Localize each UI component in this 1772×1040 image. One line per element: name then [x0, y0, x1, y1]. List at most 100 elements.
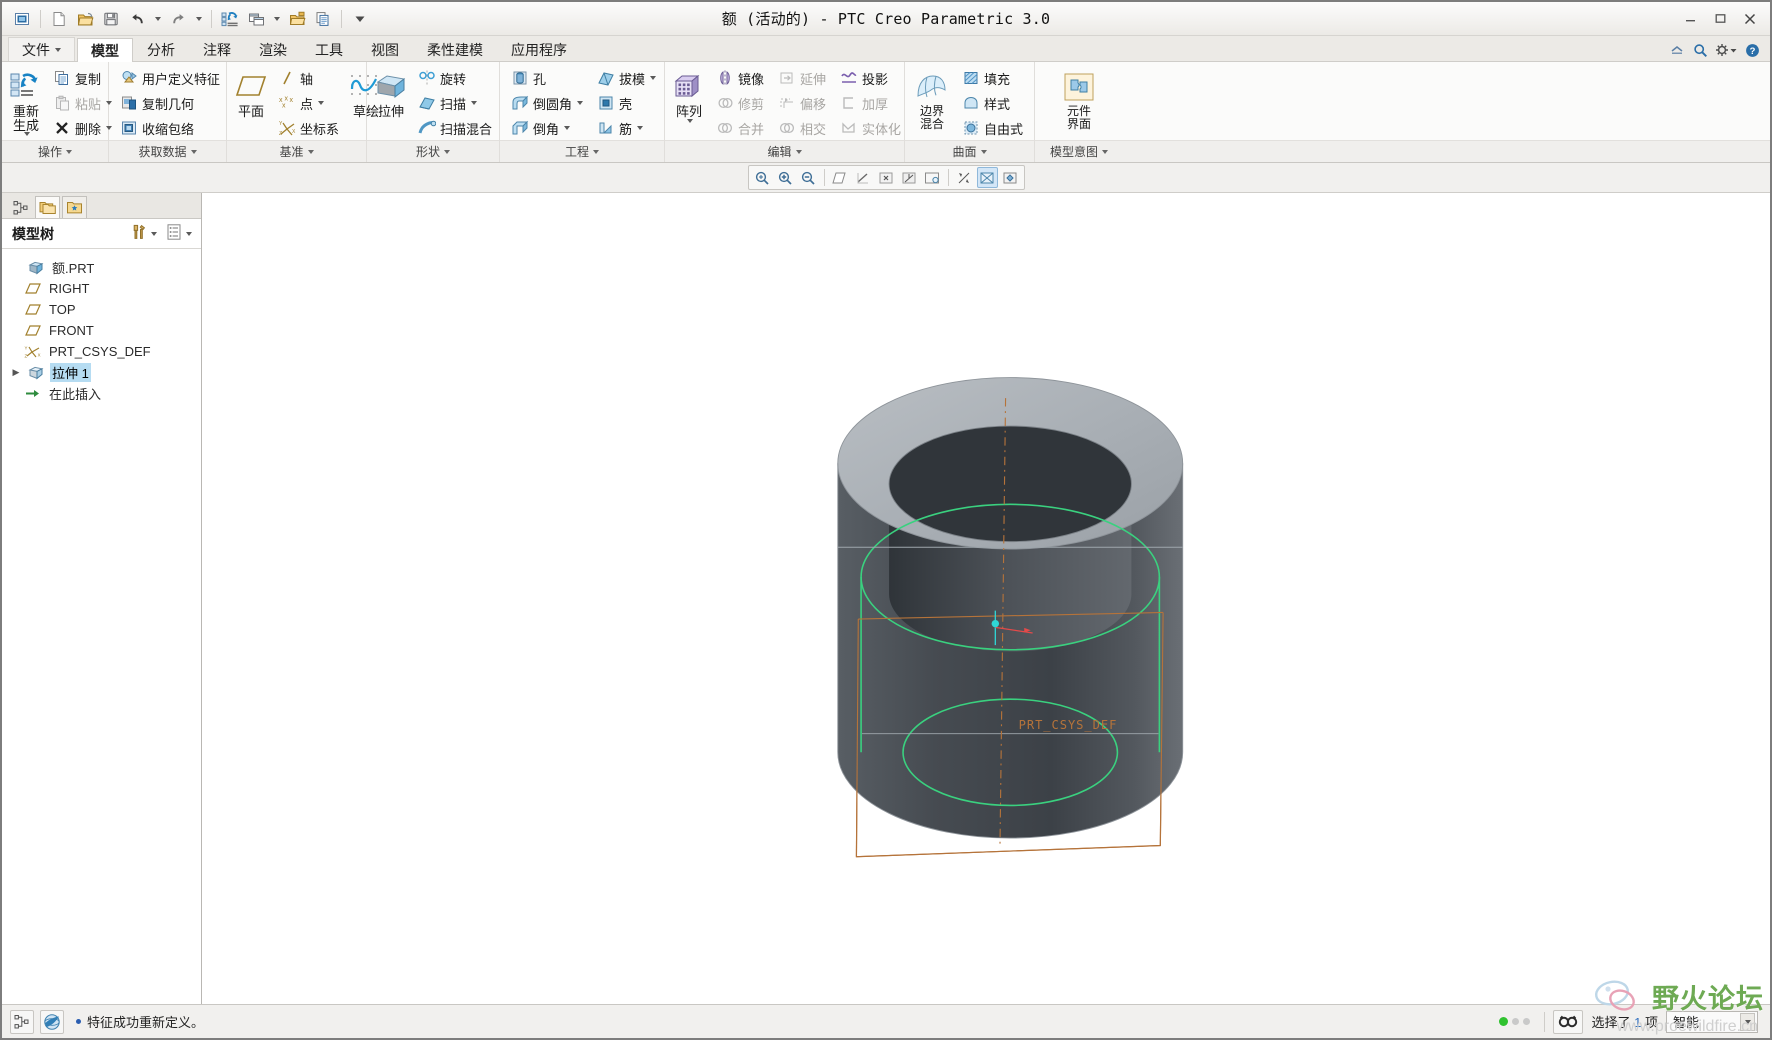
- datum-axes-icon[interactable]: [853, 167, 874, 188]
- settings-icon[interactable]: [1715, 42, 1737, 58]
- ribbon-group-model-intent-title[interactable]: 模型意图: [1035, 140, 1123, 162]
- component-interface-button[interactable]: 元件 界面: [1050, 66, 1108, 131]
- model-tree-body[interactable]: 额.PRT RIGHT TOP FRONT Y Z X PRT_CSYS_DEF…: [2, 249, 201, 1004]
- tree-filters-button[interactable]: [127, 223, 160, 245]
- selection-filter-dropdown[interactable]: 智能: [1666, 1010, 1758, 1033]
- delete-button[interactable]: 删除: [48, 116, 117, 140]
- trim-button[interactable]: 修剪: [711, 91, 769, 115]
- undo-icon[interactable]: [125, 7, 149, 31]
- tab-tools[interactable]: 工具: [301, 37, 357, 61]
- zoom-out-icon[interactable]: [798, 167, 819, 188]
- datum-planes-icon[interactable]: [830, 167, 851, 188]
- chevron-down-icon[interactable]: [564, 126, 571, 130]
- ribbon-group-editing-title[interactable]: 编辑: [665, 140, 904, 162]
- refit-icon[interactable]: [752, 167, 773, 188]
- merge-button[interactable]: 合并: [711, 116, 769, 140]
- new-window-icon[interactable]: [10, 7, 34, 31]
- csys-button[interactable]: YZ X 坐标系: [273, 116, 344, 140]
- intersect-button[interactable]: 相交: [773, 116, 831, 140]
- undo-dropdown-icon[interactable]: [151, 7, 164, 31]
- ribbon-group-engineering-title[interactable]: 工程: [500, 140, 664, 162]
- tree-item-top[interactable]: TOP: [2, 299, 201, 320]
- offset-button[interactable]: 偏移: [773, 91, 831, 115]
- chevron-down-icon[interactable]: [471, 101, 478, 105]
- copy-button[interactable]: 复制: [48, 66, 117, 90]
- project-button[interactable]: 投影: [835, 66, 906, 90]
- save-icon[interactable]: [99, 7, 123, 31]
- solidify-button[interactable]: 实体化: [835, 116, 906, 140]
- tree-item-right[interactable]: RIGHT: [2, 278, 201, 299]
- open-file-icon[interactable]: [73, 7, 97, 31]
- mirror-button[interactable]: 镜像: [711, 66, 769, 90]
- tree-item-prt-csys-def[interactable]: YZ X PRT_CSYS_DEF: [2, 341, 201, 362]
- freestyle-button[interactable]: 自由式: [957, 116, 1028, 140]
- redo-dropdown-icon[interactable]: [192, 7, 205, 31]
- shrinkwrap-button[interactable]: 收缩包络: [115, 116, 225, 140]
- hole-button[interactable]: 孔: [506, 66, 588, 90]
- chevron-down-icon[interactable]: [577, 101, 584, 105]
- datum-plane-button[interactable]: 平面: [233, 66, 269, 120]
- help-icon[interactable]: ?: [1744, 42, 1760, 58]
- thicken-button[interactable]: 加厚: [835, 91, 906, 115]
- ribbon-group-get-data-title[interactable]: 获取数据: [109, 140, 226, 162]
- tab-view[interactable]: 视图: [357, 37, 413, 61]
- minimize-button[interactable]: [1676, 8, 1704, 30]
- tree-item-insert-here[interactable]: 在此插入: [2, 383, 201, 404]
- pattern-button[interactable]: 阵列: [671, 66, 707, 124]
- saved-orientations-icon[interactable]: [1000, 167, 1021, 188]
- search-icon[interactable]: [1692, 42, 1708, 58]
- ribbon-group-shapes-title[interactable]: 形状: [367, 140, 499, 162]
- close-button[interactable]: [1736, 8, 1764, 30]
- ribbon-group-surfaces-title[interactable]: 曲面: [905, 140, 1034, 162]
- axis-button[interactable]: 轴: [273, 66, 344, 90]
- copy-icon[interactable]: [311, 7, 335, 31]
- chamfer-button[interactable]: 倒角: [506, 116, 588, 140]
- sweep-button[interactable]: 扫描: [413, 91, 497, 115]
- chevron-down-icon[interactable]: [637, 126, 644, 130]
- boundary-blend-button[interactable]: 边界 混合: [911, 66, 953, 131]
- new-file-icon[interactable]: [47, 7, 71, 31]
- tab-render[interactable]: 渲染: [245, 37, 301, 61]
- chevron-down-icon[interactable]: [23, 132, 30, 137]
- folder-browser-tab[interactable]: [35, 196, 60, 218]
- udf-button[interactable]: 用户定义特征: [115, 66, 225, 90]
- revolve-button[interactable]: 旋转: [413, 66, 497, 90]
- spin-center-icon[interactable]: [954, 167, 975, 188]
- round-button[interactable]: 倒圆角: [506, 91, 588, 115]
- annotation-display-icon[interactable]: [922, 167, 943, 188]
- customize-qat-icon[interactable]: [348, 7, 372, 31]
- favorites-tab[interactable]: [62, 196, 87, 218]
- style-button[interactable]: 样式: [957, 91, 1028, 115]
- draft-button[interactable]: 拔模: [592, 66, 661, 90]
- minimize-ribbon-icon[interactable]: [1669, 42, 1685, 58]
- regenerate-button[interactable]: 重新生成: [8, 66, 44, 137]
- tree-expander-icon[interactable]: ▶: [10, 367, 22, 378]
- selection-filter-icon[interactable]: [1553, 1009, 1584, 1034]
- redo-icon[interactable]: [166, 7, 190, 31]
- maximize-button[interactable]: [1706, 8, 1734, 30]
- ribbon-group-operations-title[interactable]: 操作: [2, 140, 108, 162]
- chevron-down-icon[interactable]: [1740, 1012, 1755, 1031]
- shell-button[interactable]: 壳: [592, 91, 661, 115]
- browser-toggle-icon[interactable]: [40, 1009, 64, 1034]
- tree-settings-button[interactable]: [162, 223, 195, 245]
- point-button[interactable]: xxxx 点: [273, 91, 344, 115]
- window-switch-icon[interactable]: [244, 7, 268, 31]
- close-window-icon[interactable]: [285, 7, 309, 31]
- model-tree-toggle-icon[interactable]: [10, 1009, 34, 1034]
- extend-button[interactable]: 延伸: [773, 66, 831, 90]
- tab-model[interactable]: 模型: [77, 38, 133, 62]
- chevron-down-icon[interactable]: [686, 118, 693, 123]
- datum-csys-icon[interactable]: [899, 167, 920, 188]
- ribbon-group-datum-title[interactable]: 基准: [227, 140, 366, 162]
- tab-applications[interactable]: 应用程序: [497, 37, 581, 61]
- tab-analysis[interactable]: 分析: [133, 37, 189, 61]
- display-style-icon[interactable]: [976, 167, 998, 188]
- copy-geometry-button[interactable]: 复制几何: [115, 91, 225, 115]
- model-geometry[interactable]: PRT_CSYS_DEF: [202, 193, 1770, 1004]
- window-dropdown-icon[interactable]: [270, 7, 283, 31]
- swept-blend-button[interactable]: 扫描混合: [413, 116, 497, 140]
- extrude-button[interactable]: 拉伸: [373, 66, 409, 120]
- tree-item-part[interactable]: 额.PRT: [2, 257, 201, 278]
- rib-button[interactable]: 筋: [592, 116, 661, 140]
